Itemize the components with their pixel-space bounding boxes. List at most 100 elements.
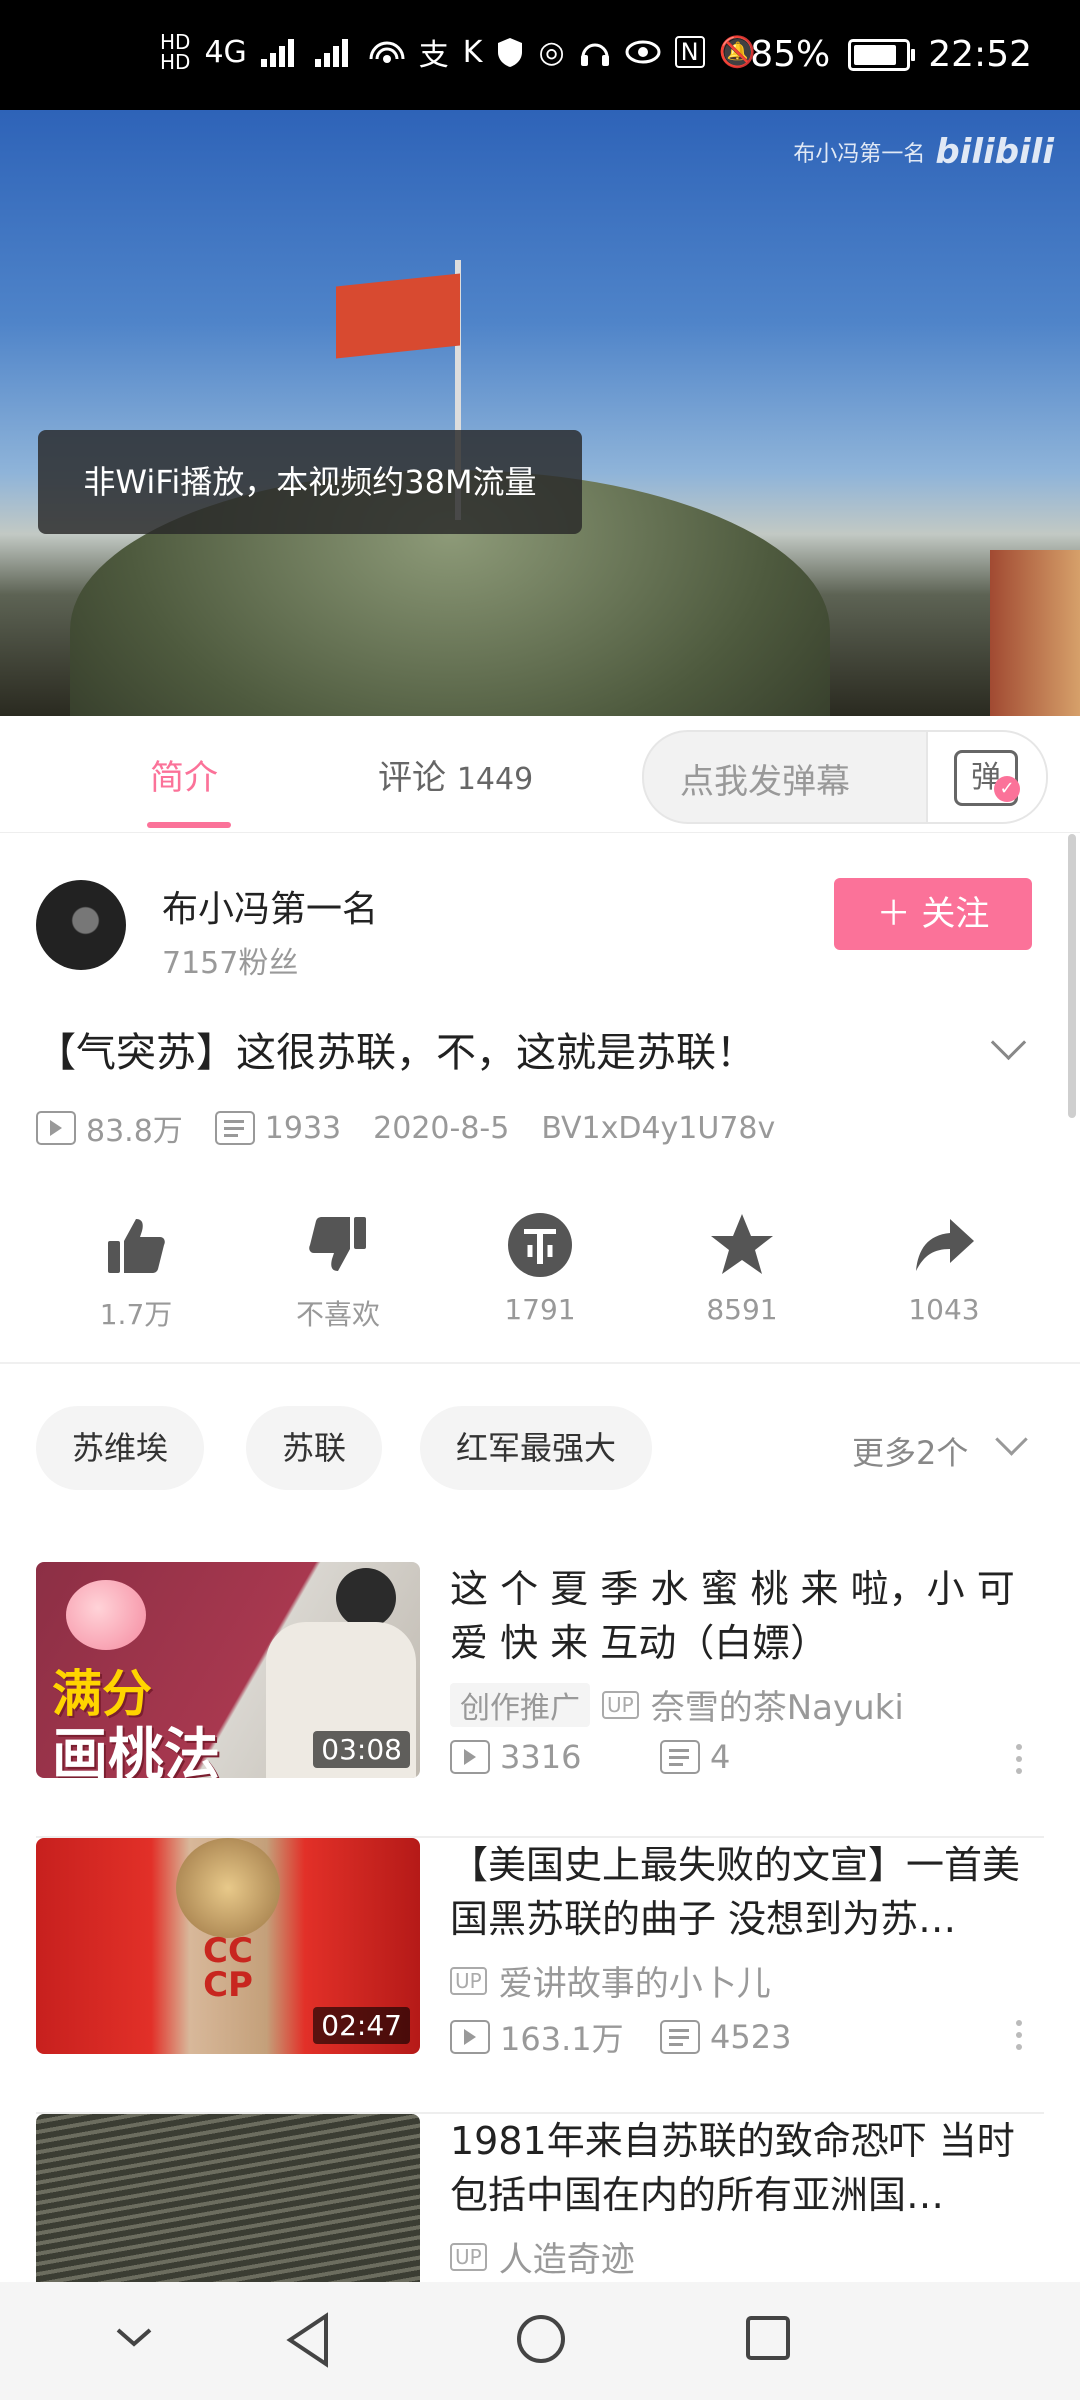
danmaku-count-icon — [660, 2020, 700, 2054]
clock: 22:52 — [928, 34, 1032, 75]
like-count: 1.7万 — [99, 1298, 173, 1331]
video-thumbnail[interactable]: СССР 02:47 — [36, 1838, 420, 2054]
video-thumbnail[interactable] — [36, 2114, 420, 2282]
share-arrow-icon — [916, 1219, 974, 1271]
danmaku-count: 1933 — [264, 1110, 342, 1146]
signal-icon — [260, 39, 294, 67]
share-count: 1043 — [908, 1293, 980, 1326]
video-thumbnail[interactable]: 满分 画桃法 03:08 — [36, 1562, 420, 1778]
status-bar: HD HD 4G 支 K ◎ N 🔕 85% 22:52 — [0, 0, 1080, 110]
follow-button[interactable]: ＋ 关注 — [834, 878, 1032, 950]
thumbs-down-icon — [309, 1217, 366, 1271]
thumbnail-text: СССР — [203, 1931, 253, 2005]
dislike-button[interactable]: 不喜欢 — [268, 1205, 408, 1333]
chevron-down-icon[interactable] — [114, 2322, 154, 2352]
video-title[interactable]: 【美国史上最失败的文宣】一首美国黑苏联的曲子 没想到为苏… — [450, 1838, 1050, 1946]
recommended-video-item[interactable]: 1981年来自苏联的致命恐吓 当时包括中国在内的所有亚洲国… UP 人造奇迹 — [0, 2114, 1080, 2282]
emblem-graphic — [176, 1838, 280, 1938]
video-stats: 3316 4 — [450, 1738, 730, 1776]
alipay-icon: 支 — [418, 38, 449, 73]
active-tab-indicator — [147, 822, 231, 828]
battery-icon — [848, 38, 916, 71]
back-icon[interactable] — [284, 2312, 332, 2368]
up-icon: UP — [450, 1966, 487, 1995]
scrollbar[interactable] — [1068, 834, 1076, 1118]
app-icon: K — [462, 34, 483, 70]
shield-icon — [498, 38, 523, 67]
uploader-name[interactable]: 布小冯第一名 — [162, 880, 378, 932]
video-title[interactable]: 这 个 夏 季 水 蜜 桃 来 啦，小 可 爱 快 来 互动（白嫖） — [450, 1562, 1050, 1670]
up-icon: UP — [602, 1690, 639, 1719]
hotspot-icon — [369, 41, 405, 63]
watermark-text: 布小冯第一名 — [793, 142, 926, 167]
video-duration: 02:47 — [313, 2007, 410, 2044]
more-options-icon[interactable] — [1016, 2020, 1022, 2026]
video-watermark: 布小冯第一名 bilibili — [793, 132, 1054, 172]
dislike-label: 不喜欢 — [295, 1298, 380, 1331]
status-right: 85% 22:52 — [750, 34, 1032, 75]
uploader-name: 奈雪的茶Nayuki — [650, 1688, 904, 1728]
recommended-video-item[interactable]: СССР 02:47 【美国史上最失败的文宣】一首美国黑苏联的曲子 没想到为苏…… — [0, 1838, 1080, 2114]
bilibili-logo: bilibili — [935, 132, 1054, 172]
tab-comments[interactable]: 评论 1449 — [378, 750, 533, 799]
expand-description-chevron-icon[interactable] — [990, 1024, 1027, 1061]
video-player[interactable]: 布小冯第一名 bilibili — [0, 110, 1080, 716]
danmaku-count: 4 — [710, 1738, 731, 1776]
video-stats: 163.1万 4523 — [450, 2014, 791, 2060]
coin-count: 1791 — [504, 1293, 576, 1326]
danmaku-count-icon — [214, 1111, 255, 1145]
uploader-name: 人造奇迹 — [498, 2240, 635, 2280]
view-count: 83.8万 — [86, 1114, 183, 1149]
play-count-icon — [36, 1111, 76, 1145]
danmaku-count: 4523 — [710, 2018, 792, 2056]
location-icon: ◎ — [538, 34, 565, 70]
share-button[interactable]: 1043 — [874, 1205, 1014, 1326]
status-left: HD HD 4G 支 K ◎ N 🔕 — [160, 30, 756, 74]
uploader-line: 创作推广 UP 奈雪的茶Nayuki — [450, 1680, 904, 1729]
peach-graphic — [66, 1580, 146, 1650]
battery-percent: 85% — [750, 34, 831, 75]
video-duration: 03:08 — [313, 1731, 410, 1768]
recommended-video-item[interactable]: 满分 画桃法 03:08 这 个 夏 季 水 蜜 桃 来 啦，小 可 爱 快 来… — [0, 1562, 1080, 1838]
eye-icon — [625, 40, 661, 64]
data-usage-toast: 非WiFi播放，本视频约38M流量 — [38, 430, 582, 534]
nfc-icon: N — [674, 36, 705, 68]
like-button[interactable]: 1.7万 — [66, 1205, 206, 1333]
coin-button[interactable]: 1791 — [470, 1205, 610, 1326]
hd-icon: HD HD — [160, 30, 191, 74]
publish-date: 2020-8-5 — [373, 1110, 510, 1146]
uploader-name: 爱讲故事的小卜儿 — [498, 1964, 771, 2004]
tag-chip[interactable]: 红军最强大 — [420, 1406, 653, 1490]
uploader-line: UP 爱讲故事的小卜儿 — [450, 1956, 771, 2005]
tag-chip[interactable]: 苏联 — [246, 1406, 383, 1490]
star-icon — [711, 1214, 773, 1274]
person-graphic — [336, 1568, 396, 1628]
tab-comments-count: 1449 — [456, 762, 534, 797]
more-tags-button[interactable]: 更多2个 — [852, 1428, 968, 1474]
tag-chip[interactable]: 苏维埃 — [36, 1406, 205, 1490]
uploader-avatar[interactable] — [36, 880, 126, 970]
play-count-icon — [450, 1740, 490, 1774]
danmaku-toggle-button[interactable]: 弹 ✓ — [926, 732, 1046, 822]
promo-badge: 创作推广 — [450, 1682, 590, 1727]
video-meta: 83.8万 1933 2020-8-5 BV1xD4y1U78v — [36, 1106, 775, 1150]
tab-comments-label: 评论 — [378, 758, 446, 798]
view-count: 163.1万 — [500, 2020, 624, 2058]
thumbnail-text: 画桃法 — [52, 1723, 220, 1778]
favorite-button[interactable]: 8591 — [672, 1205, 812, 1326]
thumbs-up-icon — [108, 1219, 165, 1273]
danmaku-count-icon — [660, 1740, 700, 1774]
recents-icon[interactable] — [744, 2314, 792, 2362]
headphones-icon — [580, 43, 609, 66]
view-count: 3316 — [500, 1738, 582, 1776]
home-icon[interactable] — [514, 2312, 568, 2366]
system-nav-bar — [0, 2282, 1080, 2400]
chevron-down-icon[interactable] — [995, 1423, 1028, 1456]
danmaku-input[interactable]: 点我发弹幕 弹 ✓ — [642, 730, 1048, 824]
more-options-icon[interactable] — [1016, 1744, 1022, 1750]
bvid: BV1xD4y1U78v — [541, 1110, 776, 1146]
video-title[interactable]: 1981年来自苏联的致命恐吓 当时包括中国在内的所有亚洲国… — [450, 2114, 1050, 2222]
tab-intro[interactable]: 简介 — [150, 750, 218, 799]
checkmark-icon: ✓ — [994, 776, 1020, 802]
uploader-fans: 7157粉丝 — [162, 946, 299, 981]
